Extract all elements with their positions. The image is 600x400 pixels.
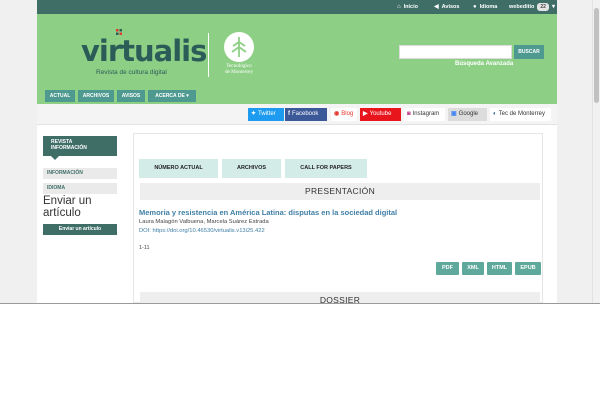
instagram-label: Instagram: [412, 111, 440, 117]
home-icon: ⌂: [397, 4, 401, 10]
twitter-label: Twitter: [258, 111, 276, 117]
article-authors: Laura Malagón Valbuena, Marcela Suárez E…: [139, 219, 269, 225]
user-menu[interactable]: webeditio 22 ▾: [509, 0, 558, 14]
google-button[interactable]: ▣ Google: [448, 108, 487, 121]
submit-heading-line-1: Enviar un: [43, 195, 92, 207]
logo-dots-icon: [116, 29, 122, 35]
article-doi-link[interactable]: DOI: https://doi.org/10.46530/virtualis.…: [139, 228, 265, 234]
social-bar: ✦ Twitter f Facebook ◉ Blog ▶ Youtube ◙ Insta…: [37, 104, 557, 125]
main-panel: NÚMERO ACTUAL ARCHIVOS CALL FOR PAPERS P…: [133, 133, 543, 303]
search-button[interactable]: BUSCAR: [514, 45, 544, 59]
tab-archivos[interactable]: ARCHIVOS: [222, 159, 281, 178]
facebook-icon: f: [288, 111, 290, 117]
notices-label: Avisos: [441, 4, 460, 10]
site-logo[interactable]: virtualis: [81, 34, 207, 68]
user-name: webeditio: [509, 4, 535, 10]
notices-link[interactable]: ◀ Avisos: [434, 0, 459, 14]
facebook-button[interactable]: f Facebook: [285, 108, 327, 121]
blog-label: Blog: [341, 111, 354, 117]
tec-label: Tec de Monterrey: [498, 111, 545, 117]
youtube-button[interactable]: ▶ Youtube: [360, 108, 401, 121]
nav-acerca-de-label: ACERCA DE: [155, 93, 185, 99]
advanced-search-link[interactable]: Búsqueda Avanzada: [455, 61, 513, 67]
submit-article-button[interactable]: Enviar un artículo: [43, 224, 117, 235]
nav-acerca-de[interactable]: ACERCA DE ▾: [148, 90, 196, 102]
tec-button[interactable]: ◐ Tec de Monterrey: [490, 108, 551, 121]
logo-divider: [208, 33, 209, 77]
section-heading-dossier: DOSSIER: [140, 292, 540, 303]
instagram-icon: ◙: [407, 111, 411, 117]
page-content: REVISTA INFORMACIÓN INFORMACIÓN IDIOMA E…: [37, 125, 557, 303]
tec-icon: ◐: [493, 111, 497, 117]
galley-epub-button[interactable]: EPUB: [515, 262, 541, 275]
tec-logo-icon: [224, 32, 254, 62]
browser-viewport: ⌂ Inicio ◀ Avisos ● Idioma webeditio 22 ▾ vir…: [0, 0, 600, 303]
home-link[interactable]: ⌂ Inicio: [397, 0, 418, 14]
article-pages: 1-11: [139, 245, 150, 251]
search-input[interactable]: [399, 45, 512, 59]
nav-avisos[interactable]: AVISOS: [117, 90, 145, 102]
sidebar-title-line-2: INFORMACIÓN: [51, 145, 87, 151]
submit-heading-line-2: artículo: [43, 207, 81, 219]
google-icon: ▣: [451, 111, 457, 117]
section-heading-presentacion: PRESENTACIÓN: [140, 183, 540, 200]
facebook-label: Facebook: [292, 111, 319, 117]
globe-icon: ●: [473, 4, 477, 10]
site-header: virtualis Revista de cultura digital Tec…: [37, 14, 557, 104]
user-toolbar: ⌂ Inicio ◀ Avisos ● Idioma webeditio 22 ▾: [37, 0, 557, 14]
chevron-down-icon: ▾: [551, 4, 555, 10]
notification-badge: 22: [537, 3, 549, 11]
sidebar-title-arrow: [51, 156, 59, 160]
twitter-button[interactable]: ✦ Twitter: [248, 108, 284, 121]
instagram-button[interactable]: ◙ Instagram: [404, 108, 445, 121]
sidebar-item-informacion[interactable]: INFORMACIÓN: [43, 168, 117, 179]
tab-numero-actual[interactable]: NÚMERO ACTUAL: [139, 159, 218, 178]
partner-name: Tecnológico de Monterrey: [215, 63, 263, 75]
twitter-icon: ✦: [251, 111, 257, 117]
blog-button[interactable]: ◉ Blog: [331, 108, 357, 121]
viewport-bottom-edge: [0, 303, 600, 304]
youtube-icon: ▶: [363, 111, 368, 117]
scrollbar-thumb[interactable]: [594, 8, 599, 103]
home-label: Inicio: [403, 4, 418, 10]
nav-actual[interactable]: ACTUAL: [45, 90, 75, 102]
galley-xml-button[interactable]: XML: [462, 262, 484, 275]
nav-archivos[interactable]: ARCHIVOS: [78, 90, 114, 102]
sidebar-item-idioma[interactable]: IDIOMA: [43, 183, 117, 194]
galley-pdf-button[interactable]: PDF: [436, 262, 459, 275]
galley-html-button[interactable]: HTML: [487, 262, 512, 275]
chevron-down-icon: ▾: [186, 93, 189, 99]
language-label: Idioma: [479, 4, 498, 10]
site-tagline: Revista de cultura digital: [96, 69, 167, 76]
blog-icon: ◉: [334, 111, 340, 117]
language-menu[interactable]: ● Idioma: [473, 0, 497, 14]
submit-article-heading: Enviar un artículo: [43, 195, 92, 219]
tab-call-for-papers[interactable]: CALL FOR PAPERS: [285, 159, 367, 178]
article-title[interactable]: Memoria y resistencia en América Latina:…: [139, 208, 397, 217]
google-label: Google: [458, 111, 479, 117]
megaphone-icon: ◀: [434, 4, 439, 10]
vertical-scrollbar[interactable]: [592, 0, 600, 303]
youtube-label: Youtube: [369, 111, 392, 117]
sidebar-title: REVISTA INFORMACIÓN: [43, 136, 117, 156]
partner-line-2: de Monterrey: [224, 69, 254, 75]
